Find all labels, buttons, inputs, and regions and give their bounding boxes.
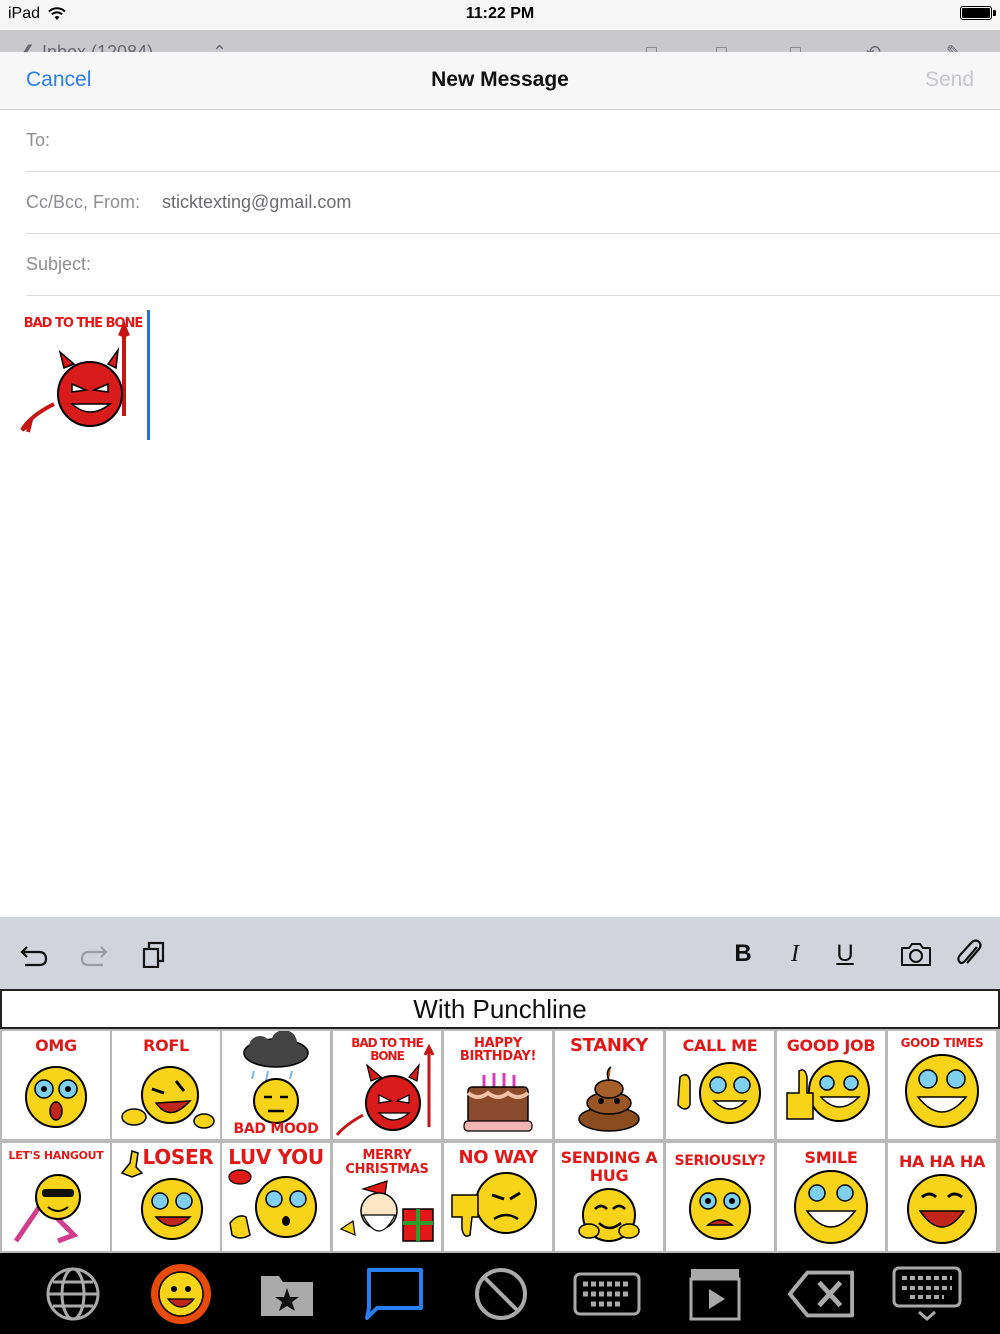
- sticker-good-job[interactable]: GOOD JOB: [777, 1031, 885, 1139]
- thumbs-down-emoji-icon: [451, 1172, 537, 1237]
- italic-button[interactable]: I: [780, 937, 810, 971]
- laughing-emoji-icon: [907, 1174, 977, 1244]
- paste-icon[interactable]: [136, 937, 172, 971]
- keyboard-icon[interactable]: [572, 1263, 642, 1325]
- text-caret: [147, 310, 150, 440]
- devil-emoji-icon: [20, 320, 130, 433]
- underline-button[interactable]: U: [830, 937, 860, 971]
- hide-keyboard-icon[interactable]: [892, 1263, 962, 1325]
- keyboard-dock: [0, 1253, 1000, 1334]
- beach-chair-emoji-icon: [13, 1174, 81, 1244]
- message-body[interactable]: BAD TO THE BONE: [0, 296, 1000, 896]
- compose-nav-bar: Cancel New Message Send: [0, 52, 1000, 110]
- formatting-bar: B I U: [0, 917, 1000, 989]
- undo-icon[interactable]: [16, 937, 52, 971]
- sticker-good-times[interactable]: GOOD TIMES: [888, 1031, 996, 1139]
- worried-emoji-icon: [689, 1178, 751, 1240]
- birthday-cake-icon: [463, 1073, 533, 1132]
- devil-emoji-icon: [335, 1043, 435, 1136]
- smile-emoji-icon: [794, 1170, 868, 1244]
- bold-button[interactable]: B: [728, 937, 758, 971]
- battery-icon: [960, 6, 996, 20]
- sticker-happy-birthday[interactable]: HAPPY BIRTHDAY!: [444, 1031, 552, 1139]
- laughing-emoji-icon: [121, 1066, 215, 1129]
- sticker-category-header: With Punchline: [0, 989, 1000, 1029]
- santa-emoji-icon: [339, 1180, 434, 1242]
- favorites-folder-icon[interactable]: [252, 1263, 322, 1325]
- sun-emoji-icon[interactable]: [146, 1263, 216, 1325]
- down-chevron-icon: ⌄: [258, 42, 274, 52]
- sticker-bad-mood[interactable]: BAD MOOD: [222, 1031, 330, 1139]
- kiss-emoji-icon: [228, 1169, 317, 1239]
- subject-field[interactable]: Subject:: [26, 234, 1000, 296]
- grinning-emoji-icon: [905, 1054, 979, 1128]
- status-bar: iPad 11:22 PM: [0, 0, 1000, 30]
- sticker-luv-you[interactable]: LUV YOU: [222, 1143, 330, 1251]
- archive-icon: □: [790, 42, 801, 52]
- up-chevron-icon: ⌃: [212, 42, 228, 52]
- sticker-merry-christmas[interactable]: MERRY CHRISTMAS: [333, 1143, 441, 1251]
- status-time: 11:22 PM: [465, 5, 535, 22]
- sticker-sending-a-hug[interactable]: SENDING A HUG: [555, 1143, 663, 1251]
- ccbcc-from-field[interactable]: Cc/Bcc, From: sticktexting@gmail.com: [26, 172, 1000, 234]
- subject-label: Subject:: [26, 254, 92, 274]
- attachment-icon[interactable]: [952, 937, 986, 971]
- folder-icon: □: [716, 42, 727, 52]
- mailbox-name: Inbox (12084): [42, 42, 154, 52]
- chat-bubble-icon[interactable]: [360, 1263, 430, 1325]
- sticker-rofl[interactable]: ROFL: [112, 1031, 220, 1139]
- sticker-call-me[interactable]: CALL ME: [666, 1031, 774, 1139]
- hug-emoji-icon: [578, 1188, 640, 1242]
- sticker-no-way[interactable]: NO WAY: [444, 1143, 552, 1251]
- background-mail-toolbar: ❮ Inbox (12084) ⌃ ⌄ □ □ □ ↶ ✎: [0, 30, 1000, 52]
- inserted-sticker-label: BAD TO THE BONE: [23, 316, 144, 331]
- sticker-bad-to-the-bone[interactable]: BAD TO THE BONE: [333, 1031, 441, 1139]
- sticker-smile[interactable]: SMILE: [777, 1143, 885, 1251]
- camera-icon[interactable]: [898, 937, 934, 971]
- globe-icon[interactable]: [38, 1263, 108, 1325]
- loser-emoji-icon: [120, 1150, 203, 1240]
- sticker-label: BAD MOOD: [233, 1121, 319, 1137]
- compose-sheet: Cancel New Message Send To: Cc/Bcc, From…: [0, 52, 1000, 917]
- sticker-lets-hangout[interactable]: LET'S HANGOUT: [2, 1143, 110, 1251]
- delete-icon[interactable]: [786, 1263, 856, 1325]
- inserted-sticker[interactable]: BAD TO THE BONE: [20, 316, 146, 444]
- to-field[interactable]: To:: [26, 110, 1000, 172]
- sticker-stanky[interactable]: STANKY: [555, 1031, 663, 1139]
- thumbs-up-emoji-icon: [786, 1060, 870, 1122]
- sticker-grid: OMG ROFL BAD MOOD BAD TO THE BONE HAPPY …: [0, 1029, 1000, 1253]
- reply-icon: ↶: [866, 42, 882, 52]
- sticker-ha-ha-ha[interactable]: HA HA HA: [888, 1143, 996, 1251]
- send-button[interactable]: Send: [925, 68, 974, 92]
- back-chevron-icon: ❮: [20, 42, 36, 52]
- to-label: To:: [26, 130, 51, 150]
- ccbcc-label: Cc/Bcc, From:: [26, 192, 141, 212]
- redo-icon[interactable]: [76, 937, 112, 971]
- shocked-emoji-icon: [25, 1066, 87, 1128]
- compose-icon: ✎: [946, 42, 962, 52]
- sticker-loser[interactable]: LOSER: [112, 1143, 220, 1251]
- poop-emoji-icon: [578, 1066, 640, 1132]
- call-me-emoji-icon: [677, 1062, 761, 1124]
- block-icon[interactable]: [466, 1263, 536, 1325]
- video-icon[interactable]: [680, 1263, 750, 1325]
- from-value: sticktexting@gmail.com: [162, 192, 352, 212]
- sticker-omg[interactable]: OMG: [2, 1031, 110, 1139]
- compose-title: New Message: [431, 68, 569, 91]
- flag-icon: □: [646, 42, 657, 52]
- sticker-seriously[interactable]: SERIOUSLY?: [666, 1143, 774, 1251]
